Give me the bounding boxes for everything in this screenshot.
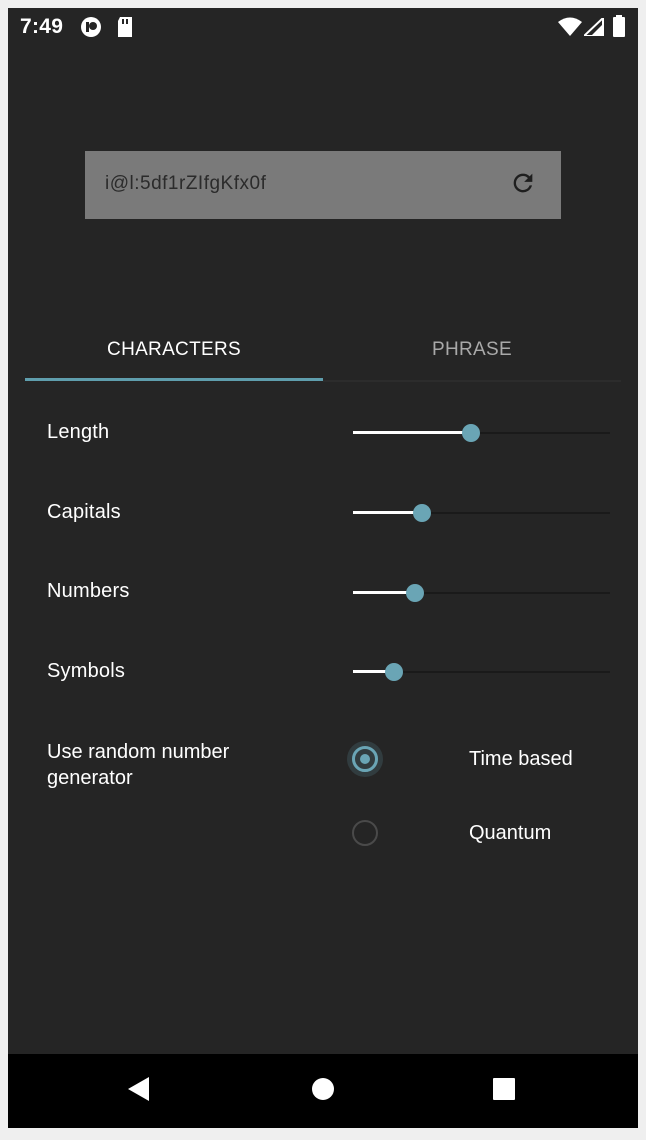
slider-thumb[interactable]: [413, 504, 431, 522]
slider-fill: [353, 511, 422, 514]
tab-divider: [323, 380, 621, 382]
cellular-signal-icon: [581, 15, 604, 41]
wifi-icon: [558, 17, 582, 42]
radio-quantum[interactable]: [352, 820, 378, 846]
symbols-slider[interactable]: [353, 660, 610, 684]
home-button[interactable]: [283, 1054, 363, 1128]
slider-fill: [353, 431, 471, 434]
slider-thumb[interactable]: [406, 584, 424, 602]
recents-square-icon: [492, 1077, 516, 1106]
symbols-label: Symbols: [47, 660, 126, 682]
slider-thumb[interactable]: [462, 424, 480, 442]
radio-label-quantum[interactable]: Quantum: [469, 822, 551, 845]
sd-card-icon: [116, 16, 134, 43]
radio-label-time-based[interactable]: Time based: [469, 748, 573, 771]
app-screen: 7:49 i@l:5df1rZIfgKfx0f CHARACTERS PHRAS…: [8, 8, 638, 1128]
status-time: 7:49: [20, 15, 64, 38]
back-button[interactable]: [99, 1054, 179, 1128]
password-display: i@l:5df1rZIfgKfx0f: [85, 151, 561, 219]
numbers-label: Numbers: [47, 580, 130, 602]
length-slider[interactable]: [353, 421, 610, 445]
battery-icon: [613, 15, 625, 42]
notification-app-icon: [80, 16, 102, 43]
capitals-slider[interactable]: [353, 501, 610, 525]
recents-button[interactable]: [464, 1054, 544, 1128]
tab-phrase[interactable]: PHRASE: [323, 318, 621, 382]
tab-selected-indicator: [25, 378, 323, 381]
capitals-label: Capitals: [47, 501, 121, 523]
radio-time-based[interactable]: [352, 746, 378, 772]
rng-label: Use random number generator: [47, 741, 230, 789]
navigation-bar: [8, 1054, 638, 1128]
refresh-button[interactable]: [505, 167, 541, 203]
password-text[interactable]: i@l:5df1rZIfgKfx0f: [105, 173, 266, 195]
length-label: Length: [47, 421, 110, 443]
mode-tabs: CHARACTERS PHRASE: [25, 318, 621, 382]
slider-thumb[interactable]: [385, 663, 403, 681]
numbers-slider[interactable]: [353, 581, 610, 605]
tab-characters[interactable]: CHARACTERS: [25, 318, 323, 382]
home-circle-icon: [311, 1077, 335, 1106]
back-triangle-icon: [127, 1076, 151, 1107]
status-bar: 7:49: [8, 8, 638, 46]
refresh-icon: [509, 169, 537, 202]
